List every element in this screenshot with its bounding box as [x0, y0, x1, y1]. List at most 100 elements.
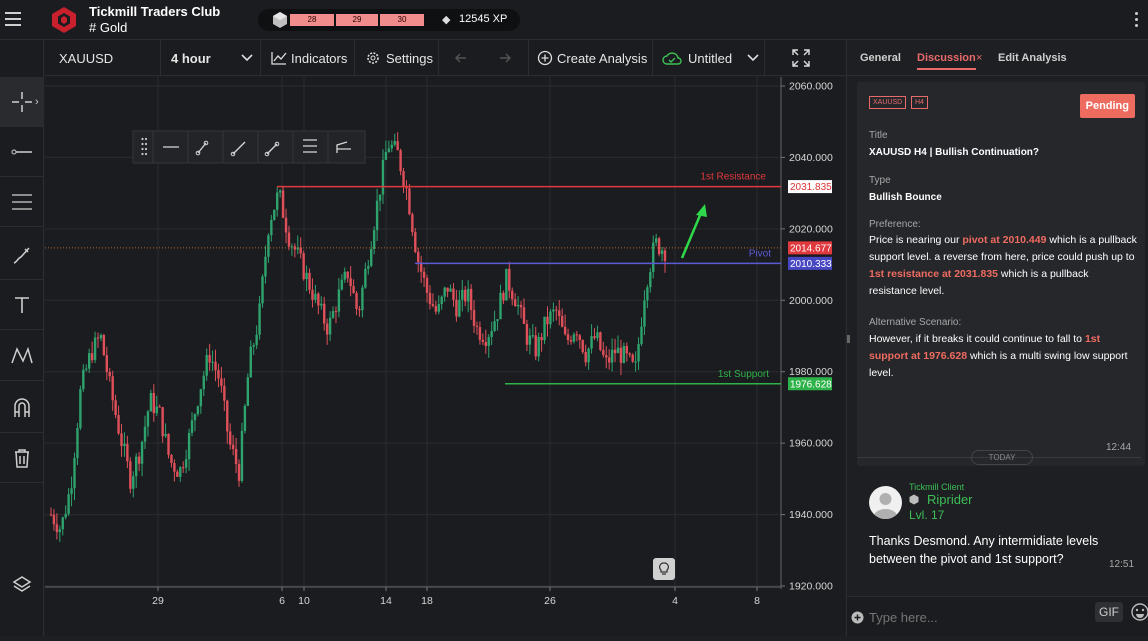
create-analysis-button[interactable]: Create Analysis — [529, 40, 653, 76]
candle — [182, 467, 185, 469]
pattern-tool[interactable] — [0, 331, 44, 381]
horizontal-line-icon — [11, 149, 32, 154]
candle — [73, 458, 76, 489]
candle — [452, 288, 455, 300]
candle — [267, 235, 270, 257]
price-chart[interactable]: 2060.000 2040.000 2020.000 2000.000 1980.000… — [45, 77, 845, 636]
y-tick-label: 2000.000 — [789, 295, 833, 307]
x-tick-label: 10 — [298, 595, 310, 607]
candle — [199, 389, 203, 407]
panel-resize-handle[interactable] — [847, 335, 850, 343]
expand-chevron-icon[interactable]: › — [35, 96, 39, 108]
xp-value: 12545 XP — [459, 13, 508, 25]
message-input[interactable] — [869, 606, 1079, 628]
interval-dropdown[interactable]: 4 hour — [161, 40, 261, 76]
candle — [170, 454, 173, 463]
candle — [663, 250, 667, 261]
candle — [146, 411, 150, 427]
candle — [261, 276, 264, 304]
layers-tool[interactable] — [0, 560, 44, 610]
alternative-label: Alternative Scenario: — [869, 317, 962, 328]
candle — [414, 232, 417, 252]
layout-dropdown[interactable]: Untitled — [653, 40, 765, 76]
candle — [613, 349, 617, 354]
candle — [499, 292, 502, 320]
candle — [566, 334, 570, 341]
hint-button[interactable] — [653, 558, 675, 580]
candle — [428, 292, 432, 305]
settings-button[interactable]: Settings — [355, 40, 439, 76]
indicators-button[interactable]: Indicators — [261, 40, 355, 76]
level-segment: 28 — [290, 14, 334, 26]
comment-username[interactable]: Riprider — [927, 492, 973, 507]
candle — [355, 293, 358, 310]
cloud-check-icon — [662, 52, 682, 65]
candle — [455, 299, 458, 317]
candle — [284, 217, 288, 233]
candle — [610, 349, 614, 363]
candle — [411, 214, 414, 233]
candle — [143, 426, 147, 442]
tab-general[interactable]: General — [860, 52, 901, 64]
drag-handle-icon[interactable] — [144, 137, 148, 141]
gif-button[interactable]: GIF — [1095, 602, 1123, 622]
emoji-icon[interactable] — [1131, 603, 1148, 621]
candle — [179, 467, 182, 477]
chart-canvas[interactable]: 2060.000 2040.000 2020.000 2000.000 1980.000… — [45, 77, 845, 636]
drag-handle-icon[interactable] — [141, 152, 144, 156]
candle — [657, 238, 661, 255]
candle — [537, 336, 540, 357]
candle — [85, 368, 88, 370]
magnet-tool[interactable] — [0, 383, 44, 433]
candle — [640, 326, 643, 345]
undo-icon[interactable] — [455, 52, 471, 64]
drag-handle-icon[interactable] — [141, 142, 144, 146]
candle — [660, 250, 664, 255]
candle — [349, 278, 352, 287]
tab-edit-analysis[interactable]: Edit Analysis — [998, 52, 1067, 64]
candle — [575, 334, 579, 336]
candle — [649, 271, 652, 288]
preference-label: Preference: — [869, 219, 921, 230]
candle — [560, 315, 564, 327]
close-tab-icon[interactable]: × — [976, 52, 982, 64]
delete-tool[interactable] — [0, 433, 44, 483]
candle — [217, 370, 220, 379]
today-separator: TODAY — [971, 450, 1033, 465]
candle — [528, 335, 532, 345]
drag-handle-icon[interactable] — [144, 152, 148, 156]
text-tool[interactable] — [0, 280, 44, 330]
candle — [531, 335, 534, 337]
brush-tool[interactable] — [0, 230, 44, 280]
candle — [587, 348, 590, 363]
more-options-icon[interactable] — [1135, 12, 1139, 30]
redo-icon[interactable] — [495, 52, 511, 64]
y-tick-label: 1940.000 — [789, 509, 833, 521]
candle — [519, 304, 523, 308]
avatar[interactable] — [869, 486, 902, 519]
candle — [599, 332, 602, 350]
candle — [552, 309, 555, 312]
tab-discussion[interactable]: Discussion — [917, 52, 976, 70]
fullscreen-button[interactable] — [783, 40, 819, 76]
candle — [525, 323, 529, 345]
candle — [469, 288, 473, 311]
analysis-card: XAUUSD H4 Pending Title XAUUSD H4 | Bull… — [857, 82, 1145, 466]
drag-handle-icon[interactable] — [144, 142, 148, 146]
candle — [67, 494, 70, 514]
candle — [461, 289, 464, 300]
y-tick-label: 1960.000 — [789, 438, 833, 450]
plus-circle-icon[interactable] — [851, 611, 864, 624]
candle — [105, 355, 109, 372]
fib-tool[interactable] — [0, 177, 44, 227]
drag-handle-icon[interactable] — [144, 147, 148, 151]
drag-handle-icon[interactable] — [141, 137, 144, 141]
menu-icon[interactable] — [5, 12, 21, 26]
candle — [443, 287, 446, 297]
line-tool[interactable] — [0, 127, 44, 177]
candle — [214, 361, 217, 371]
symbol-selector[interactable]: XAUUSD — [45, 40, 161, 76]
candle — [440, 296, 443, 305]
candle — [270, 219, 273, 236]
drag-handle-icon[interactable] — [141, 147, 144, 151]
